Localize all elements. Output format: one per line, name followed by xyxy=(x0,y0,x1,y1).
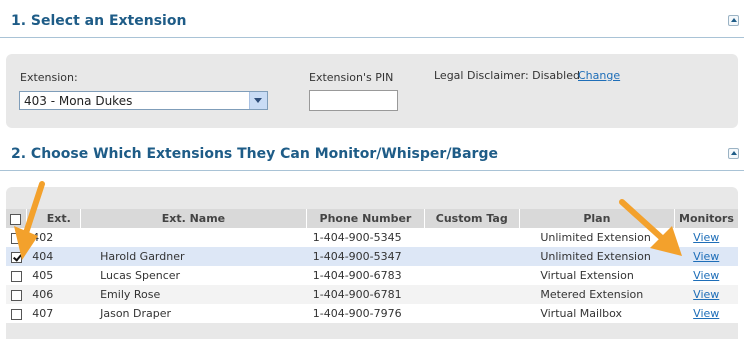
row-view-link[interactable]: View xyxy=(693,307,719,320)
header-name[interactable]: Ext. Name xyxy=(79,209,307,228)
chevron-up-icon[interactable] xyxy=(728,148,739,159)
row-checkbox[interactable] xyxy=(10,289,22,301)
header-phone[interactable]: Phone Number xyxy=(306,209,425,228)
row-tag xyxy=(424,266,520,285)
row-phone: 1-404-900-6781 xyxy=(306,285,425,304)
disclaimer-label-text: Legal Disclaimer: xyxy=(434,69,529,82)
table-row[interactable]: 407 Jason Draper 1-404-900-7976 Virtual Mai… xyxy=(6,304,738,323)
row-view-link[interactable]: View xyxy=(693,288,719,301)
extension-panel: Extension: 403 - Mona Dukes Extension's … xyxy=(6,54,738,128)
row-view-link[interactable]: View xyxy=(693,231,719,244)
row-checkbox[interactable] xyxy=(10,270,22,282)
section1-title: 1. Select an Extension xyxy=(11,13,187,29)
arrow-icon xyxy=(619,199,682,256)
change-disclaimer-link[interactable]: Change xyxy=(578,69,620,82)
row-monitors-cell: View xyxy=(674,285,738,304)
row-name: Jason Draper xyxy=(80,304,307,323)
row-ext: 406 xyxy=(26,285,81,304)
row-select-cell xyxy=(6,304,27,323)
disclaimer-status: Disabled xyxy=(532,69,580,82)
chevron-down-icon[interactable] xyxy=(249,92,267,109)
row-phone: 1-404-900-5347 xyxy=(306,247,425,266)
header-tag[interactable]: Custom Tag xyxy=(423,209,520,228)
row-monitors-cell: View xyxy=(674,266,738,285)
pin-input[interactable] xyxy=(309,90,398,111)
row-tag xyxy=(424,228,520,247)
row-view-link[interactable]: View xyxy=(693,269,719,282)
row-checkbox[interactable] xyxy=(10,308,22,320)
extension-selected-value: 403 - Mona Dukes xyxy=(24,94,133,108)
row-phone: 1-404-900-7976 xyxy=(306,304,425,323)
section1-header: 1. Select an Extension xyxy=(0,2,744,38)
row-view-link[interactable]: View xyxy=(693,250,719,263)
row-name: Emily Rose xyxy=(80,285,307,304)
row-name: Harold Gardner xyxy=(80,247,307,266)
extension-label: Extension: xyxy=(20,71,78,84)
row-select-cell xyxy=(6,285,27,304)
chevron-up-icon[interactable] xyxy=(728,15,739,26)
row-plan: Metered Extension xyxy=(519,285,675,304)
row-plan: Virtual Extension xyxy=(519,266,675,285)
row-ext: 407 xyxy=(26,304,81,323)
pin-label: Extension's PIN xyxy=(309,71,394,84)
section2-title: 2. Choose Which Extensions They Can Moni… xyxy=(11,146,498,162)
row-tag xyxy=(424,285,520,304)
row-tag xyxy=(424,304,520,323)
row-name xyxy=(80,228,307,247)
extension-select[interactable]: 403 - Mona Dukes xyxy=(19,91,268,110)
row-tag xyxy=(424,247,520,266)
row-name: Lucas Spencer xyxy=(80,266,307,285)
row-monitors-cell: View xyxy=(674,304,738,323)
arrow-icon xyxy=(14,181,45,260)
row-phone: 1-404-900-6783 xyxy=(306,266,425,285)
table-row[interactable]: 405 Lucas Spencer 1-404-900-6783 Virtual Ex… xyxy=(6,266,738,285)
row-plan: Virtual Mailbox xyxy=(519,304,675,323)
disclaimer-label: Legal Disclaimer: Disabled xyxy=(434,69,580,82)
row-phone: 1-404-900-5345 xyxy=(306,228,425,247)
table-row[interactable]: 406 Emily Rose 1-404-900-6781 Metered Exten… xyxy=(6,285,738,304)
section2-header: 2. Choose Which Extensions They Can Moni… xyxy=(0,135,744,171)
